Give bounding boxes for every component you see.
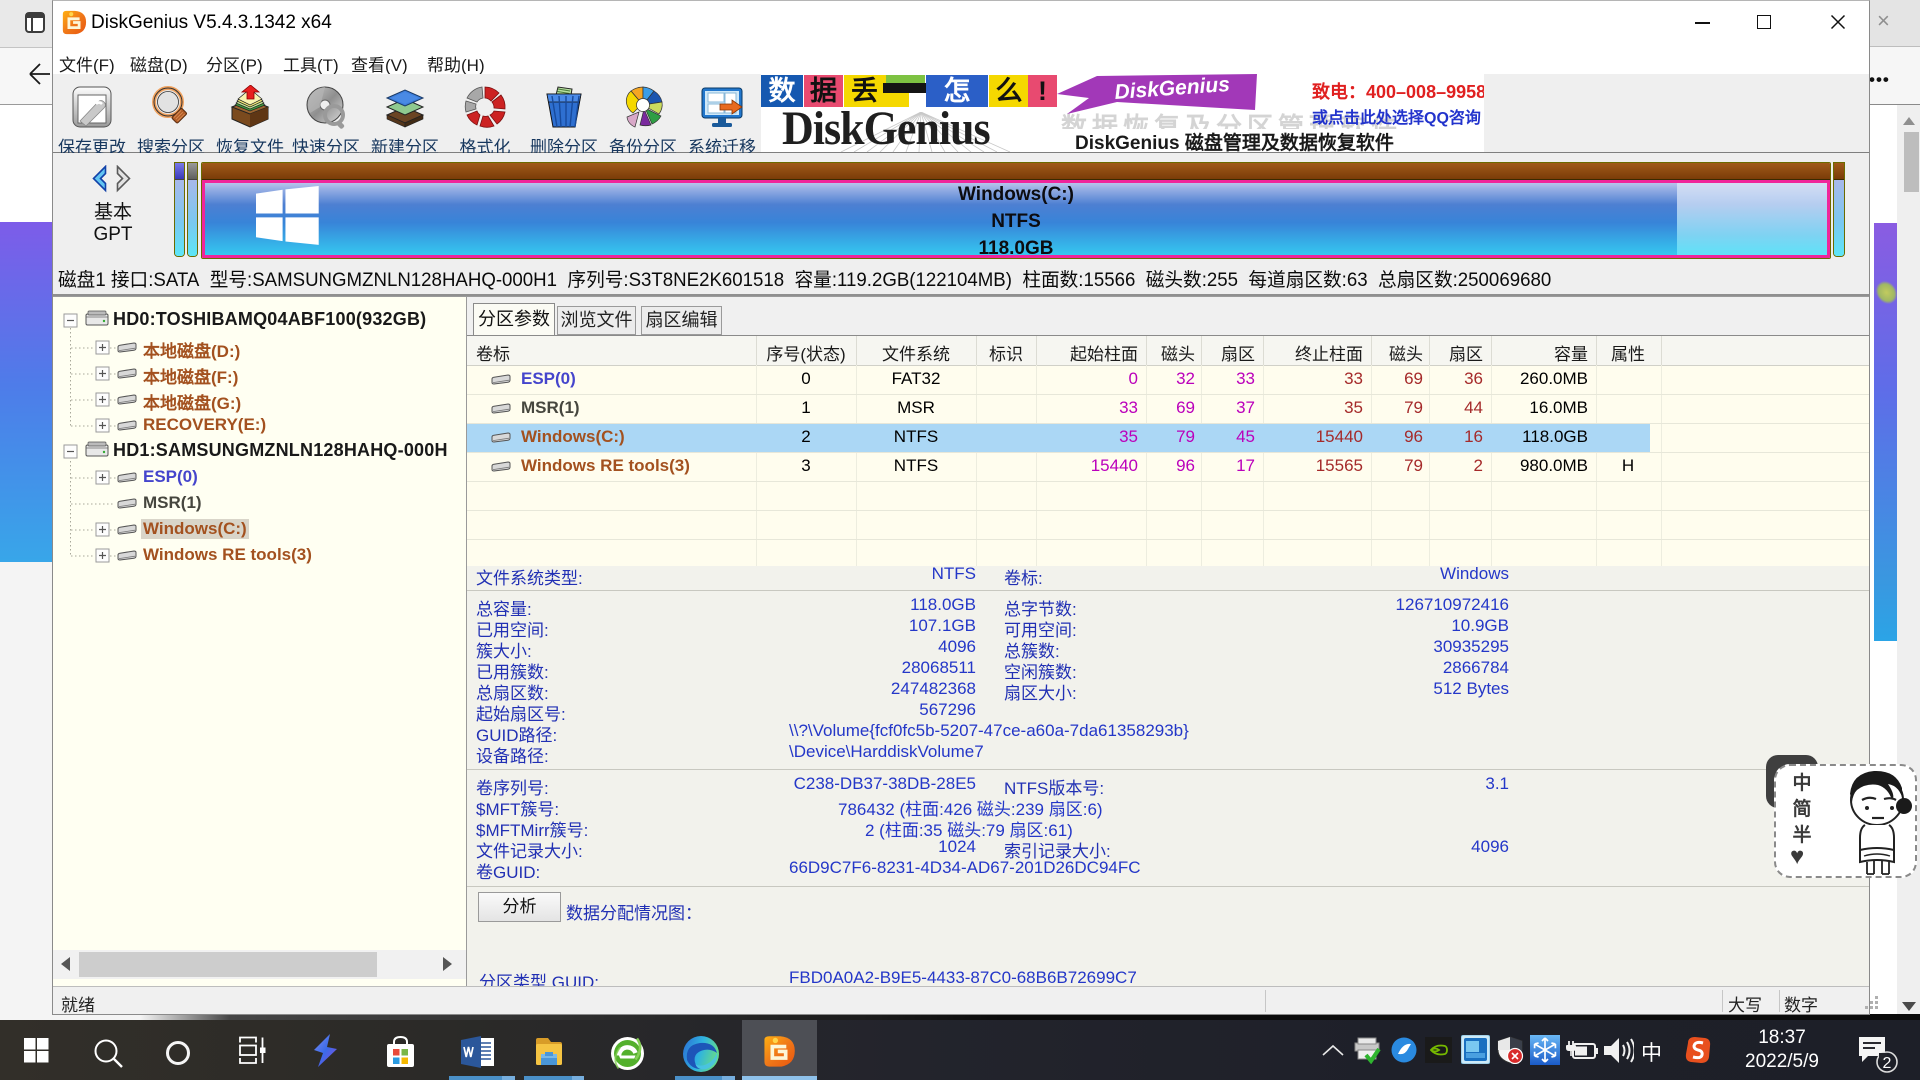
- svg-text:2: 2: [1883, 1055, 1892, 1072]
